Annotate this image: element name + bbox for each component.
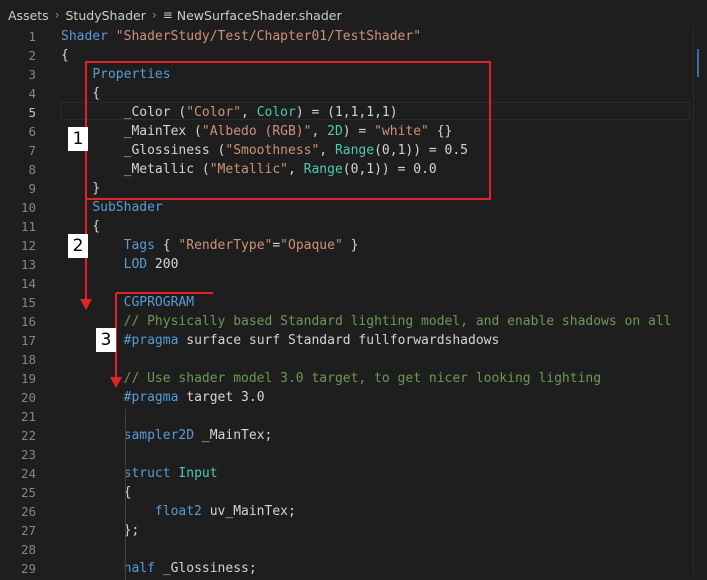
arrow-head-3	[110, 377, 122, 388]
annotation-label-3: 3	[96, 328, 116, 352]
annotation-label-1: 1	[68, 127, 88, 151]
annotation-label-2: 2	[68, 234, 88, 258]
annotation-arrows	[80, 199, 213, 388]
arrow-head-2	[80, 299, 92, 310]
